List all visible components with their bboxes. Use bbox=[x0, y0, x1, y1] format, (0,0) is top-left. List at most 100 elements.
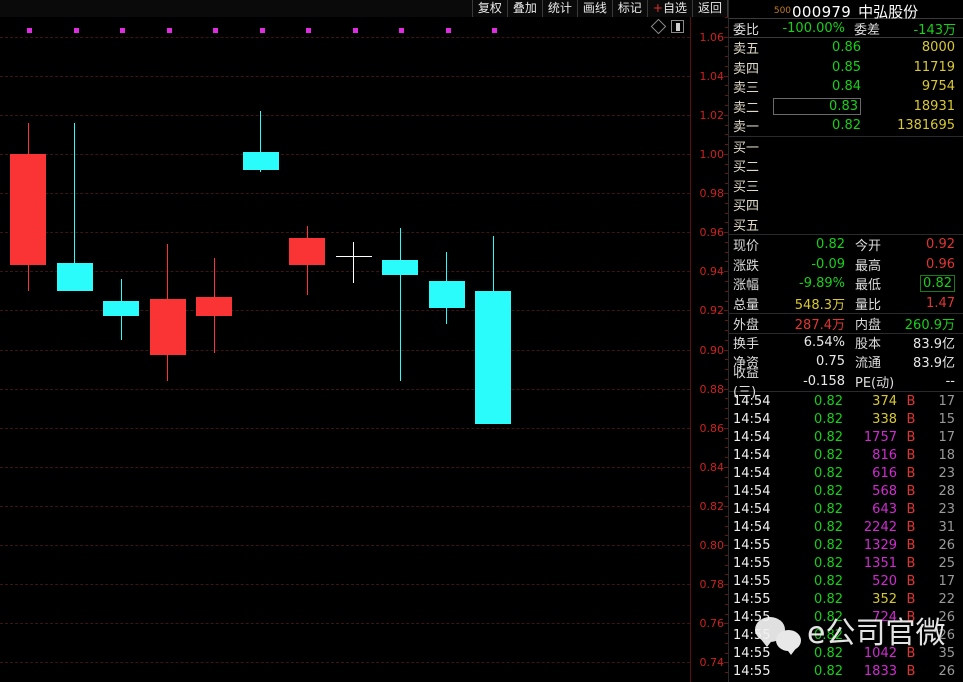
weicha-label: 委差 bbox=[853, 22, 880, 38]
stat-value-right: 83.9亿 bbox=[913, 356, 955, 372]
tick-price: 0.82 bbox=[814, 465, 843, 481]
bid-level-row[interactable]: 买二 bbox=[729, 156, 963, 176]
candle-body bbox=[56, 263, 93, 291]
ask-level-volume: 1381695 bbox=[897, 118, 955, 134]
ask-level-label: 卖二 bbox=[733, 100, 760, 116]
candlestick bbox=[428, 17, 465, 682]
ask-level-label: 卖三 bbox=[733, 81, 760, 97]
tick-time: 14:55 bbox=[733, 537, 771, 553]
trade-tick-list[interactable]: 14:54 0.82 374 B 17 14:54 0.82 338 B 15 14:54 0.82 1… bbox=[729, 391, 963, 680]
price-axis-label: 0.76 bbox=[699, 617, 725, 631]
trade-tick-row[interactable]: 14:54 0.82 568 B 28 bbox=[729, 482, 963, 500]
trade-tick-row[interactable]: 14:54 0.82 1757 B 17 bbox=[729, 428, 963, 446]
candle-body bbox=[10, 153, 46, 266]
candlestick bbox=[335, 17, 372, 682]
trade-tick-row[interactable]: 14:54 0.82 2242 B 31 bbox=[729, 518, 963, 536]
price-axis-label: 0.82 bbox=[699, 499, 725, 513]
toolbar-tongji-button[interactable]: 统计 bbox=[541, 0, 577, 17]
tick-volume: 352 bbox=[872, 591, 897, 607]
stat-value-left: 287.4万 bbox=[794, 317, 845, 333]
rect-toggle-icon[interactable] bbox=[671, 20, 684, 33]
tick-count: 17 bbox=[938, 573, 955, 589]
tick-count: 26 bbox=[938, 609, 955, 625]
ask-level-price: 0.84 bbox=[832, 79, 861, 95]
diamond-icon[interactable] bbox=[650, 18, 667, 35]
toolbar-huaxian-button[interactable]: 画线 bbox=[576, 0, 612, 17]
trade-tick-row[interactable]: 14:54 0.82 616 B 23 bbox=[729, 464, 963, 482]
trade-tick-row[interactable]: 14:54 0.82 374 B 17 bbox=[729, 392, 963, 410]
order-ratio-row: 委比 -100.00% 委差 -143万 bbox=[729, 18, 963, 38]
bid-level-label: 买一 bbox=[733, 140, 760, 156]
bid-levels[interactable]: 买一 买二 买三买四 买五 bbox=[729, 135, 963, 235]
toolbar-biaoji-button[interactable]: 标记 bbox=[611, 0, 647, 17]
trade-tick-row[interactable]: 14:54 0.82 338 B 15 bbox=[729, 410, 963, 428]
trade-tick-row[interactable]: 14:55 0.82 1833 B 26 bbox=[729, 662, 963, 680]
tick-count: 26 bbox=[938, 537, 955, 553]
candlestick bbox=[10, 17, 46, 682]
tick-volume: 816 bbox=[872, 447, 897, 463]
tick-direction: B bbox=[906, 465, 916, 481]
ask-level-price: 0.85 bbox=[832, 59, 861, 75]
candlestick-chart[interactable] bbox=[0, 17, 690, 682]
bid-level-row[interactable]: 买四 bbox=[729, 195, 963, 215]
bid-level-row[interactable]: 买一 bbox=[729, 137, 963, 157]
trade-tick-row[interactable]: 14:55 0.82 724 B 26 bbox=[729, 608, 963, 626]
stat-row: 收益(三) -0.158 PE(动) -- bbox=[729, 366, 963, 400]
toolbar-diejia-button[interactable]: 叠加 bbox=[506, 0, 542, 17]
stat-label-right: 最低 bbox=[855, 278, 882, 294]
trade-tick-row[interactable]: 14:54 0.82 643 B 23 bbox=[729, 500, 963, 518]
stat-label-right: 今开 bbox=[855, 239, 882, 255]
chart-tool-icons[interactable] bbox=[650, 18, 684, 35]
tick-time: 14:55 bbox=[733, 573, 771, 589]
stat-row: 总量 548.3万 量比 1.47 bbox=[729, 294, 963, 314]
candlestick bbox=[149, 17, 186, 682]
ask-level-volume: 11719 bbox=[913, 59, 955, 75]
candle-wick bbox=[399, 228, 401, 381]
trade-tick-row[interactable]: 14:55 0.82 1351 B 25 bbox=[729, 554, 963, 572]
bid-level-label: 买四 bbox=[733, 199, 760, 215]
price-axis-label: 1.00 bbox=[699, 147, 725, 161]
trade-tick-row[interactable]: 14:55 0.82 352 B 22 bbox=[729, 590, 963, 608]
ask-level-row[interactable]: 卖四 0.85 11719 bbox=[729, 58, 963, 78]
ask-levels[interactable]: 卖五 0.86 8000 卖四 0.85 11719 卖三 0.84 9754 卖二 0.83 189… bbox=[729, 38, 963, 136]
ask-level-volume: 18931 bbox=[913, 98, 955, 114]
toolbar-add-watchlist-button[interactable]: +自选 bbox=[646, 0, 692, 17]
candle-body bbox=[242, 151, 279, 170]
candlestick bbox=[475, 17, 511, 682]
trade-tick-row[interactable]: 14:55 0.82 1329 B 26 bbox=[729, 536, 963, 554]
ask-level-row[interactable]: 卖一 0.82 1381695 bbox=[729, 116, 963, 136]
weicha-value: -143万 bbox=[913, 22, 956, 38]
trade-tick-row[interactable]: 14:54 0.82 816 B 18 bbox=[729, 446, 963, 464]
tick-count: 26 bbox=[938, 663, 955, 679]
ask-level-row[interactable]: 卖五 0.86 8000 bbox=[729, 38, 963, 58]
stat-label-left: 总量 bbox=[733, 297, 760, 313]
toolbar-fuquan-button[interactable]: 复权 bbox=[471, 0, 507, 17]
toolbar-back-button[interactable]: 返回 bbox=[691, 0, 728, 17]
tick-count: 23 bbox=[938, 465, 955, 481]
stat-label-left: 外盘 bbox=[733, 317, 760, 333]
tick-price: 0.82 bbox=[814, 573, 843, 589]
bid-level-row[interactable]: 买五 bbox=[729, 215, 963, 235]
price-axis-label: 0.74 bbox=[699, 656, 725, 670]
candle-body bbox=[428, 281, 465, 309]
tick-direction: B bbox=[906, 393, 916, 409]
ask-level-price: 0.86 bbox=[832, 40, 861, 56]
tick-direction: B bbox=[906, 591, 916, 607]
tick-count: 35 bbox=[938, 645, 955, 661]
stats-block: 现价 0.82 今开 0.92 涨跌 -0.09 最高 0.96 涨幅 -9.89% 最低 0.82 总… bbox=[729, 234, 963, 400]
price-axis-label: 1.06 bbox=[699, 30, 725, 44]
tick-count: 31 bbox=[938, 519, 955, 535]
ask-level-row[interactable]: 卖三 0.84 9754 bbox=[729, 77, 963, 97]
stat-label-right: 股本 bbox=[855, 337, 882, 353]
tick-direction: B bbox=[906, 501, 916, 517]
ask-level-row[interactable]: 卖二 0.83 18931 bbox=[729, 97, 963, 117]
tick-count: 17 bbox=[938, 429, 955, 445]
tick-volume: 338 bbox=[872, 411, 897, 427]
top-toolbar: 复权 叠加 统计 画线 标记 +自选 返回 bbox=[0, 0, 728, 17]
tick-direction: B bbox=[906, 555, 916, 571]
trade-tick-row[interactable]: 14:55 0.82 26 bbox=[729, 626, 963, 644]
bid-level-row[interactable]: 买三 bbox=[729, 176, 963, 196]
candle-body bbox=[196, 296, 232, 317]
trade-tick-row[interactable]: 14:55 0.82 520 B 17 bbox=[729, 572, 963, 590]
trade-tick-row[interactable]: 14:55 0.82 1042 B 35 bbox=[729, 644, 963, 662]
